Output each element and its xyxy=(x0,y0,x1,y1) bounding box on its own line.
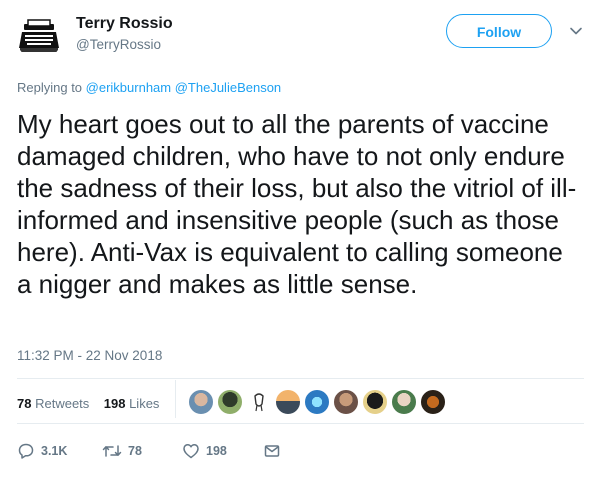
liker-avatar[interactable] xyxy=(188,389,214,415)
author-handle[interactable]: @TerryRossio xyxy=(76,37,161,52)
retweet-icon xyxy=(102,445,122,457)
likes-label: Likes xyxy=(129,396,160,411)
stats-separator xyxy=(175,380,176,418)
liker-avatar[interactable] xyxy=(217,389,243,415)
reply-icon xyxy=(18,443,34,459)
retweet-button[interactable]: 78 xyxy=(102,440,142,462)
liker-avatar[interactable] xyxy=(420,389,446,415)
like-button[interactable]: 198 xyxy=(182,440,227,462)
chevron-down-icon[interactable] xyxy=(569,24,583,38)
retweets-label: Retweets xyxy=(35,396,90,411)
divider xyxy=(17,378,584,379)
retweets-count: 78 xyxy=(17,396,32,411)
typewriter-icon xyxy=(16,14,62,60)
mention-link[interactable]: @TheJulieBenson xyxy=(175,80,281,95)
reply-count: 3.1K xyxy=(41,444,68,458)
retweets-stat[interactable]: 78 Retweets xyxy=(17,396,89,411)
likes-stat[interactable]: 198 Likes xyxy=(104,396,160,411)
liker-avatar[interactable] xyxy=(362,389,388,415)
reply-button[interactable]: 3.1K xyxy=(17,440,67,462)
liker-avatar[interactable] xyxy=(333,389,359,415)
liker-avatar[interactable] xyxy=(304,389,330,415)
retweet-count: 78 xyxy=(128,444,142,458)
tweet-timestamp[interactable]: 11:32 PM - 22 Nov 2018 xyxy=(17,348,162,363)
envelope-icon xyxy=(264,445,280,457)
replying-to-label: Replying to xyxy=(17,80,86,95)
follow-button[interactable]: Follow xyxy=(446,14,552,48)
replying-to: Replying to @erikburnham @TheJulieBenson xyxy=(17,80,281,95)
liker-avatar[interactable] xyxy=(246,389,272,415)
direct-message-button[interactable] xyxy=(263,440,281,462)
avatar[interactable] xyxy=(16,14,62,60)
author-name[interactable]: Terry Rossio xyxy=(76,15,173,33)
heart-icon xyxy=(183,444,199,459)
divider xyxy=(17,423,584,424)
mention-link[interactable]: @erikburnham xyxy=(86,80,171,95)
like-count: 198 xyxy=(206,444,227,458)
likes-count: 198 xyxy=(103,396,126,411)
tweet-text: My heart goes out to all the parents of … xyxy=(17,109,577,299)
engagement-stats: 78 Retweets 198 Likes xyxy=(17,396,159,411)
liker-avatar[interactable] xyxy=(275,389,301,415)
liker-avatar[interactable] xyxy=(391,389,417,415)
